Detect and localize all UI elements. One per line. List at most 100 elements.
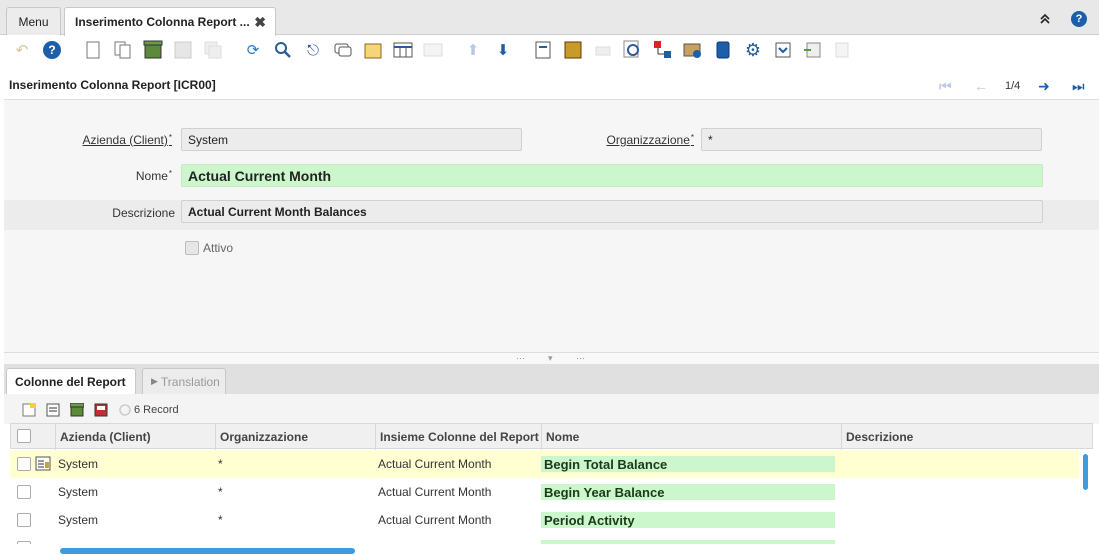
cell-name[interactable]: Period Activity (541, 512, 835, 528)
description-field[interactable]: Actual Current Month Balances (181, 200, 1043, 223)
chat-icon[interactable] (333, 40, 353, 60)
row-checkbox[interactable] (17, 485, 31, 499)
row-edit-icon[interactable] (35, 456, 51, 471)
row-checkbox[interactable] (17, 513, 31, 527)
row-checkbox[interactable] (17, 541, 31, 544)
panel-splitter[interactable]: ⋯ ▾ ⋯ (4, 352, 1099, 364)
grid-new-icon[interactable] (22, 403, 36, 417)
client-label-text: Azienda (Client) (82, 133, 168, 147)
search-icon[interactable] (273, 40, 293, 60)
table-row-partial (10, 534, 1079, 544)
col-header-description[interactable]: Descrizione (842, 424, 1092, 450)
cell-report-set: Actual Current Month (378, 513, 492, 527)
new-record-icon[interactable] (83, 40, 103, 60)
client-field[interactable]: System (181, 128, 522, 151)
save-new-icon[interactable] (203, 40, 223, 60)
undo-icon[interactable]: ↶ (12, 40, 32, 60)
menu-tab[interactable]: Menu (6, 7, 61, 35)
product-info-icon[interactable] (713, 40, 733, 60)
name-field[interactable]: Actual Current Month (181, 164, 1043, 187)
tab-translation[interactable]: ▶ Translation (142, 368, 226, 394)
help-toolbar-icon[interactable]: ? (42, 40, 62, 60)
refresh-icon[interactable]: ⟳ (243, 40, 263, 60)
cell-client: System (58, 457, 99, 471)
cell-org: * (218, 485, 223, 499)
multi-view-icon[interactable] (423, 40, 443, 60)
cell-name-partial (541, 540, 835, 544)
import-icon[interactable] (803, 40, 823, 60)
zoom-across-icon[interactable] (623, 40, 643, 60)
grid-vertical-scrollbar[interactable] (1083, 454, 1088, 490)
name-label-text: Nome (135, 169, 168, 183)
window-tab-report-column[interactable]: Inserimento Colonna Report ... ✖ (64, 7, 276, 36)
detail-tab-bar: Colonne del Report ▶ Translation (4, 364, 1099, 394)
col-header-report-set[interactable]: Insieme Colonne del Report (376, 424, 542, 450)
org-label[interactable]: Organizzazione* (564, 133, 694, 147)
grid-header-select (11, 424, 56, 450)
attachment-icon[interactable]: ⎋ (303, 40, 323, 60)
print-icon[interactable] (593, 40, 613, 60)
grid-header: Azienda (Client) Organizzazione Insieme … (10, 423, 1093, 450)
tab-report-columns[interactable]: Colonne del Report (6, 368, 136, 394)
cell-client: System (58, 485, 99, 499)
last-record-icon[interactable]: ⏭ (1072, 78, 1085, 95)
related-request-icon[interactable] (653, 40, 673, 60)
client-label[interactable]: Azienda (Client)* (24, 133, 173, 147)
notes-icon[interactable] (363, 40, 383, 60)
record-count-icon (119, 404, 131, 416)
first-record-icon[interactable]: ⏮ (939, 78, 952, 95)
next-record-icon[interactable]: ➜ (1038, 78, 1050, 95)
report-icon[interactable] (533, 40, 553, 60)
grid-horizontal-scrollbar[interactable] (60, 548, 355, 554)
collapse-up-icon[interactable] (1039, 11, 1051, 27)
help-icon[interactable]: ? (1071, 11, 1087, 27)
close-icon[interactable]: ✖ (254, 14, 266, 31)
archive-icon[interactable] (563, 40, 583, 60)
record-form: Azienda (Client)* System Organizzazione*… (4, 100, 1099, 352)
main-toolbar: ↶ ? ⟳ ⎋ ⬆ ⬇ ⚙ (0, 36, 1099, 68)
tab-report-columns-label: Colonne del Report (15, 374, 126, 389)
cell-client: System (58, 513, 99, 527)
splitter-grip-right: ⋯ (576, 353, 585, 363)
org-field[interactable]: * (701, 128, 1042, 151)
cell-org: * (218, 513, 223, 527)
tab-expand-icon: ▶ (151, 376, 158, 386)
previous-record-icon[interactable]: ← (974, 78, 988, 94)
close-window-icon[interactable] (833, 40, 853, 60)
col-header-client[interactable]: Azienda (Client) (56, 424, 216, 450)
tab-translation-label: Translation (160, 374, 220, 389)
table-row[interactable]: System * Actual Current Month Begin Tota… (10, 450, 1079, 478)
cell-name[interactable]: Begin Year Balance (541, 484, 835, 500)
save-icon[interactable] (173, 40, 193, 60)
record-position: 1/4 (1005, 80, 1021, 92)
grid-delete-icon[interactable] (70, 403, 84, 417)
svg-text:?: ? (48, 43, 55, 57)
record-count: 6 Record (134, 404, 179, 416)
copy-record-icon[interactable] (113, 40, 133, 60)
grid-edit-icon[interactable] (46, 403, 60, 417)
name-label: Nome* (24, 169, 172, 183)
window-tab-bar: Menu Inserimento Colonna Report ... ✖ ? (0, 0, 1099, 36)
export-icon[interactable] (773, 40, 793, 60)
cell-org: * (218, 457, 223, 471)
org-required-mark: * (690, 133, 694, 142)
select-all-checkbox[interactable] (17, 429, 31, 443)
col-header-name[interactable]: Nome (542, 424, 842, 450)
workflow-icon[interactable] (683, 40, 703, 60)
delete-record-icon[interactable] (143, 40, 163, 60)
row-checkbox[interactable] (17, 457, 31, 471)
description-label: Descrizione (112, 206, 175, 220)
splitter-collapse-icon[interactable]: ▾ (548, 353, 553, 364)
next-arrow-icon[interactable]: ⬇ (493, 40, 513, 60)
page-title: Inserimento Colonna Report [ICR00] (9, 78, 216, 92)
active-label: Attivo (203, 241, 234, 255)
grid-toggle-icon[interactable] (393, 40, 413, 60)
cell-name[interactable]: Begin Total Balance (541, 456, 835, 472)
settings-gear-icon[interactable]: ⚙ (743, 40, 763, 60)
table-row[interactable]: System * Actual Current Month Begin Year… (10, 478, 1079, 506)
col-header-org[interactable]: Organizzazione (216, 424, 376, 450)
previous-arrow-icon[interactable]: ⬆ (463, 40, 483, 60)
active-checkbox[interactable] (185, 241, 199, 255)
grid-save-icon[interactable] (94, 403, 108, 417)
table-row[interactable]: System * Actual Current Month Period Act… (10, 506, 1079, 534)
